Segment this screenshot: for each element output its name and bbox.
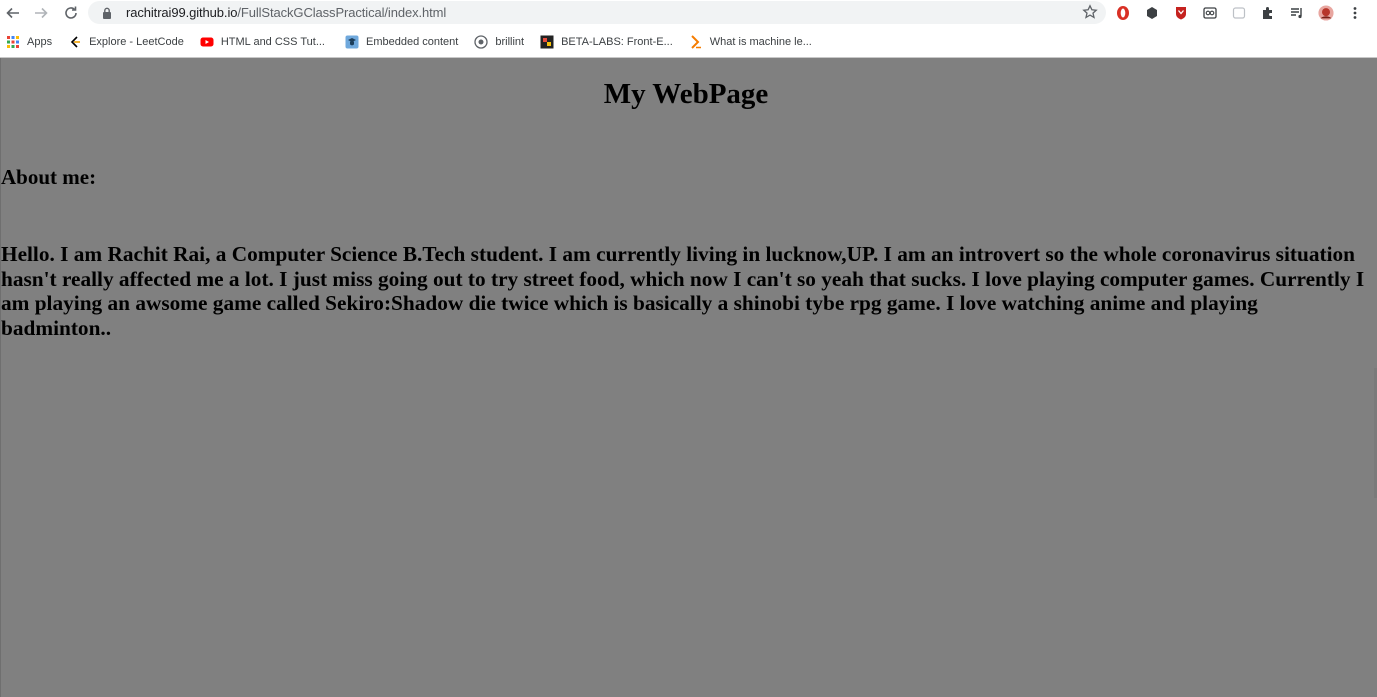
extension-area (1114, 2, 1364, 24)
opera-extension-icon[interactable] (1114, 4, 1132, 22)
brilliant-icon (474, 34, 489, 49)
article-icon (689, 34, 703, 49)
bookmark-embedded-content[interactable]: Embedded content (339, 29, 464, 55)
forward-button[interactable] (28, 1, 54, 25)
about-heading: About me: (1, 165, 97, 189)
cube-extension-icon[interactable] (1143, 4, 1161, 22)
bookmark-brillint[interactable]: brillint (468, 29, 530, 55)
web-page: My WebPage About me: Hello. I am Rachit … (0, 58, 1377, 697)
bookmark-machine-learning[interactable]: What is machine le... (683, 29, 818, 55)
browser-toolbar: rachitrai99.github.io/FullStackGClassPra… (0, 0, 1377, 26)
bookmark-label: Apps (27, 35, 53, 48)
bookmark-leetcode[interactable]: Explore - LeetCode (62, 29, 190, 55)
bookmark-label: brillint (495, 35, 525, 48)
bookmark-label: What is machine le... (709, 35, 812, 48)
bookmark-star-icon[interactable] (1082, 4, 1098, 20)
reload-icon (65, 6, 77, 19)
reload-button[interactable] (58, 1, 84, 25)
puzzle-extensions-icon[interactable] (1259, 4, 1277, 22)
youtube-icon (200, 35, 214, 49)
betalabs-icon (540, 35, 554, 49)
apps-grid-icon (6, 35, 20, 49)
shield-extension-icon[interactable] (1172, 4, 1190, 22)
bookmark-label: BETA-LABS: Front-E... (561, 35, 673, 48)
bookmark-apps[interactable]: Apps (0, 29, 58, 55)
address-bar[interactable]: rachitrai99.github.io/FullStackGClassPra… (88, 1, 1106, 24)
bookmark-label: HTML and CSS Tut... (220, 35, 325, 48)
lock-icon (96, 7, 118, 19)
back-button[interactable] (0, 1, 26, 25)
back-arrow-icon (6, 7, 19, 19)
bookmarks-bar: Apps Explore - LeetCode HTML and CSS Tut… (0, 26, 1377, 58)
embedded-icon (345, 35, 359, 49)
reader-extension-icon[interactable] (1201, 4, 1219, 22)
bookmark-beta-labs[interactable]: BETA-LABS: Front-E... (534, 29, 679, 55)
page-title: My WebPage (603, 78, 769, 110)
about-paragraph: Hello. I am Rachit Rai, a Computer Scien… (1, 242, 1365, 340)
bookmark-label: Explore - LeetCode (89, 35, 184, 48)
url-path: /FullStackGClassPractical/index.html (237, 5, 447, 20)
url-text: rachitrai99.github.io/FullStackGClassPra… (126, 5, 446, 20)
bookmark-label: Embedded content (366, 35, 459, 48)
bookmark-html-css[interactable]: HTML and CSS Tut... (194, 29, 331, 55)
menu-kebab-icon[interactable] (1346, 4, 1364, 22)
pocket-extension-icon[interactable] (1230, 4, 1248, 22)
leetcode-icon (68, 35, 82, 49)
url-host: rachitrai99.github.io (126, 5, 238, 20)
profile-avatar[interactable] (1317, 4, 1335, 22)
forward-arrow-icon (35, 7, 48, 19)
media-queue-icon[interactable] (1288, 4, 1306, 22)
